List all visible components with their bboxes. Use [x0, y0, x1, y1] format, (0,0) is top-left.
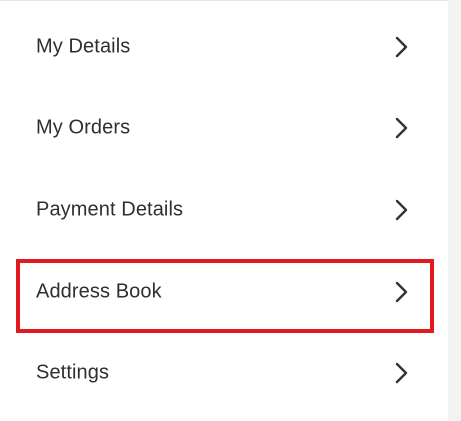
menu-item-my-details[interactable]: My Details [0, 6, 448, 87]
account-menu: My Details My Orders Payment Details Add… [0, 0, 448, 421]
chevron-right-icon [393, 361, 411, 385]
menu-item-label: Settings [36, 361, 110, 383]
menu-item-label: Address Book [36, 280, 162, 302]
menu-item-label: Payment Details [36, 198, 184, 220]
menu-item-label: My Details [36, 35, 131, 57]
scroll-gutter [448, 0, 461, 421]
menu-item-label: My Orders [36, 116, 131, 138]
chevron-right-icon [393, 116, 411, 140]
menu-item-settings[interactable]: Settings [0, 332, 448, 413]
chevron-right-icon [393, 280, 411, 304]
menu-item-my-orders[interactable]: My Orders [0, 87, 448, 168]
menu-item-payment-details[interactable]: Payment Details [0, 169, 448, 250]
menu-item-address-book[interactable]: Address Book [0, 251, 448, 332]
chevron-right-icon [393, 198, 411, 222]
chevron-right-icon [393, 35, 411, 59]
